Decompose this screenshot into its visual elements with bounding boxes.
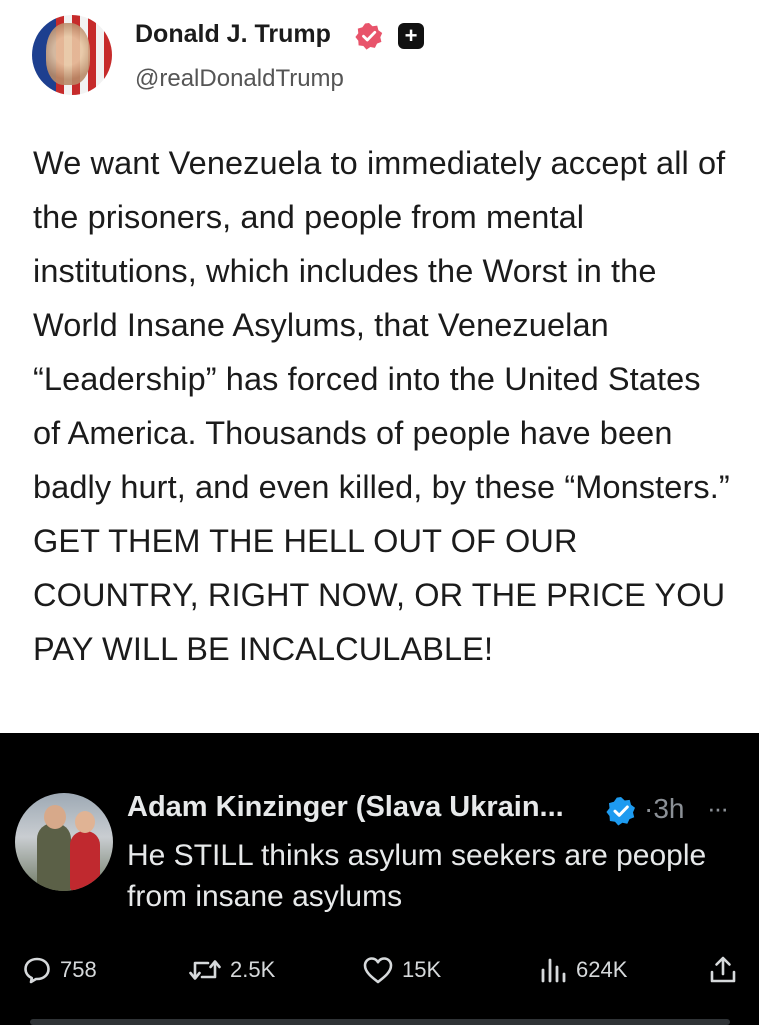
share-icon bbox=[710, 956, 736, 983]
repost-button[interactable]: 2.5K bbox=[188, 955, 275, 985]
like-count: 15K bbox=[402, 957, 442, 982]
reply-count: 758 bbox=[60, 957, 97, 982]
kinzinger-avatar[interactable] bbox=[15, 793, 113, 891]
reply-button[interactable]: 758 bbox=[22, 955, 97, 985]
heart-icon bbox=[363, 957, 393, 984]
like-button[interactable]: 15K bbox=[362, 955, 441, 985]
truth-author-name[interactable]: Donald J. Trump bbox=[135, 20, 331, 49]
views-button[interactable]: 624K bbox=[538, 955, 627, 985]
x-author-name[interactable]: Adam Kinzinger (Slava Ukrain... bbox=[127, 791, 564, 824]
truth-post-body: We want Venezuela to immediately accept … bbox=[33, 145, 730, 667]
repost-count: 2.5K bbox=[230, 957, 276, 982]
next-post-edge bbox=[30, 1019, 730, 1025]
x-post-body: He STILL thinks asylum seekers are peopl… bbox=[127, 839, 707, 913]
x-reply-post: Adam Kinzinger (Slava Ukrain... ·3h ··· … bbox=[0, 733, 759, 1025]
trump-avatar[interactable] bbox=[32, 15, 112, 95]
repost-icon bbox=[189, 960, 221, 980]
views-chart-icon bbox=[541, 958, 566, 983]
post-time[interactable]: ·3h bbox=[644, 793, 684, 825]
more-options-icon[interactable]: ··· bbox=[707, 793, 729, 824]
verified-badge-icon bbox=[606, 797, 635, 826]
truth-social-post: Donald J. Trump + @realDonaldTrump We wa… bbox=[0, 0, 759, 733]
verified-badge-icon bbox=[355, 23, 383, 50]
view-count: 624K bbox=[576, 957, 628, 982]
share-button[interactable] bbox=[708, 955, 738, 985]
truth-plus-badge-icon: + bbox=[398, 23, 424, 49]
truth-author-handle[interactable]: @realDonaldTrump bbox=[135, 65, 344, 93]
reply-icon bbox=[24, 957, 50, 984]
